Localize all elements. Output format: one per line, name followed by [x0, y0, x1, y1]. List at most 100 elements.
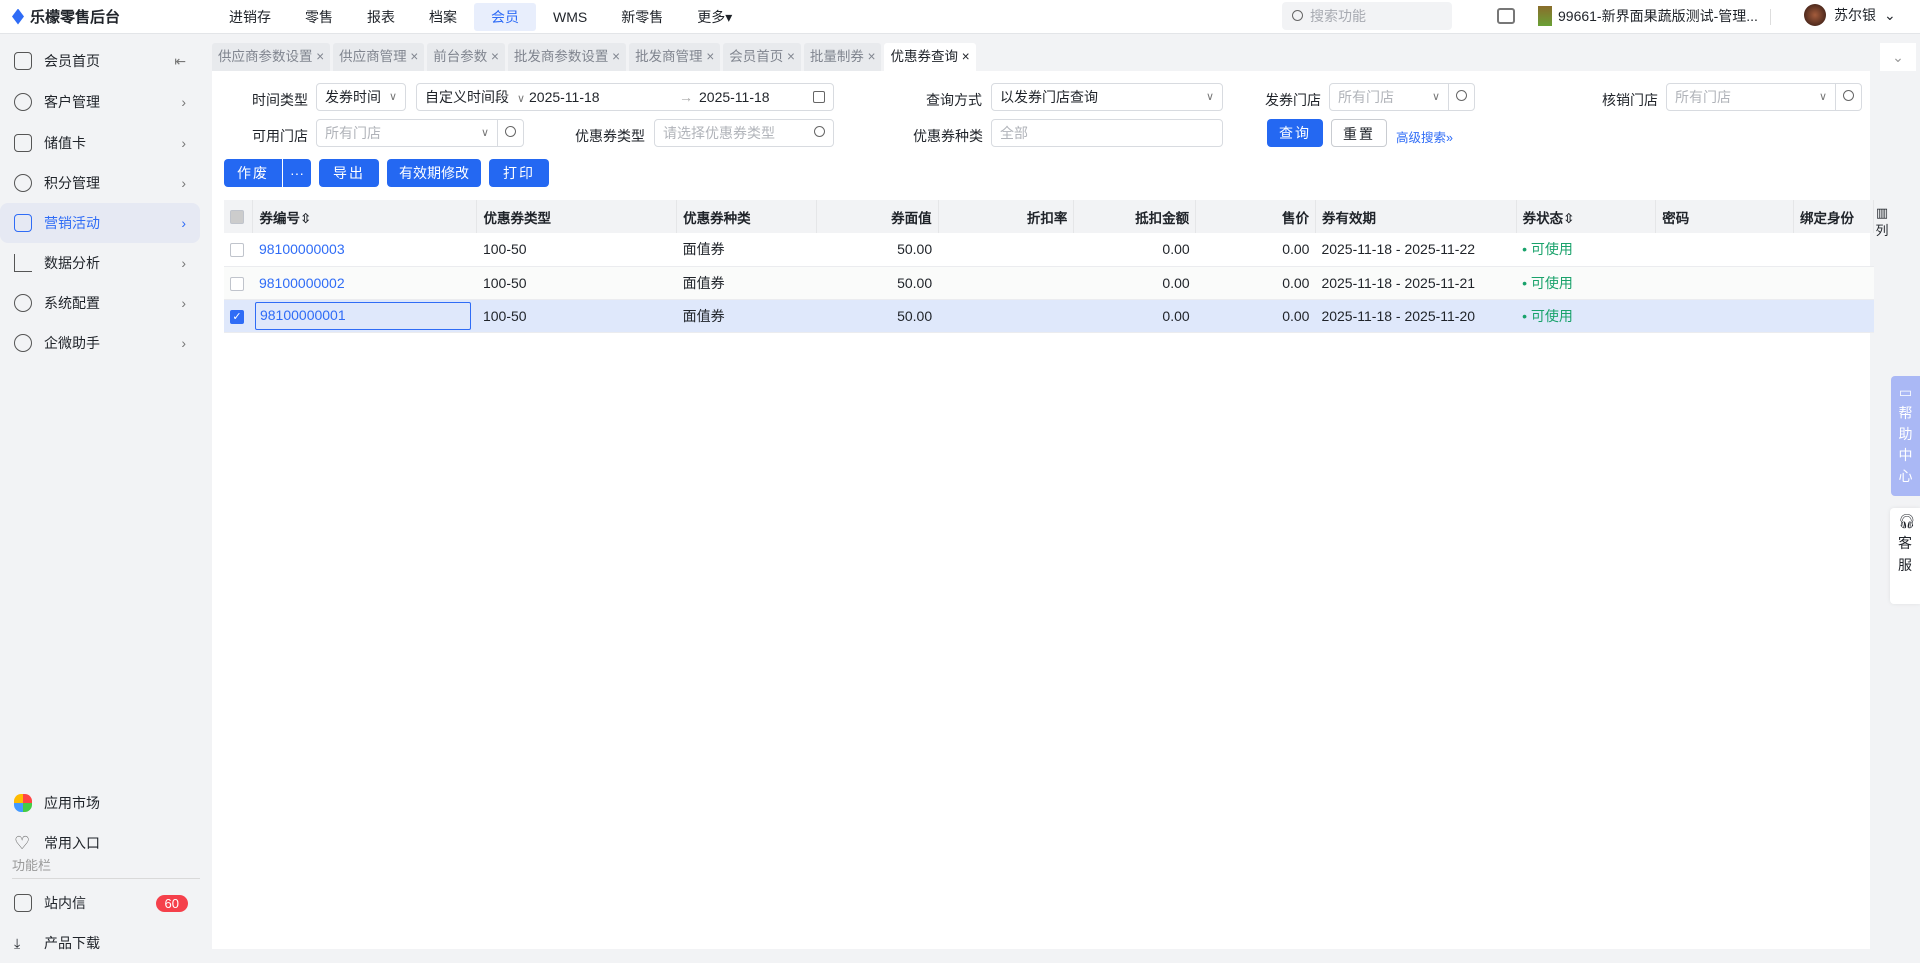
customer-service-button[interactable]: 🎧︎ 客服: [1890, 508, 1920, 604]
sidebar-app-market[interactable]: 应用市场: [0, 783, 200, 823]
app-market-icon: [14, 794, 32, 812]
headset-icon: 🎧︎: [1898, 513, 1916, 529]
logo-icon: [12, 8, 24, 25]
advanced-search-link[interactable]: 高级搜索»: [1396, 127, 1453, 146]
sidebar-item-analytics[interactable]: 数据分析 ›: [0, 243, 200, 283]
tab[interactable]: 供应商参数设置 ×: [212, 43, 331, 71]
top-bar: 乐檬零售后台 进销存 零售 报表 档案 会员 WMS 新零售 更多▾ 搜索功能 …: [0, 0, 1920, 34]
reset-button[interactable]: 重置: [1331, 119, 1387, 147]
col-valid: 券有效期: [1315, 200, 1517, 233]
sidebar-item-wecom[interactable]: 企微助手 ›: [0, 323, 200, 363]
coupon-code-link[interactable]: 98100000001: [252, 299, 477, 333]
print-button[interactable]: 打印: [489, 159, 549, 187]
message-count-badge: 60: [155, 894, 188, 912]
date-from[interactable]: 2025-11-18: [529, 84, 600, 110]
date-to[interactable]: 2025-11-18: [699, 84, 770, 110]
query-button[interactable]: 查询: [1267, 119, 1323, 147]
avatar: [1804, 4, 1826, 26]
coupon-table: 券编号⇳ 优惠券类型 优惠券种类 券面值 折扣率 抵扣金额 售价 券有效期 券状…: [224, 200, 1874, 333]
select-all-checkbox[interactable]: [224, 200, 254, 233]
void-button[interactable]: 作废: [224, 159, 282, 187]
row-checkbox[interactable]: [224, 266, 253, 300]
row-checkbox[interactable]: ✓: [224, 299, 253, 333]
columns-icon: ▥: [1875, 205, 1889, 220]
nav-item[interactable]: 档案: [412, 3, 474, 31]
main-content: 时间类型 发券时间 ∨ 自定义时间段 ∨ 2025-11-18 → 2025-11-…: [212, 71, 1874, 949]
collapse-icon[interactable]: ⇤: [174, 53, 186, 70]
sidebar-item-points[interactable]: 积分管理 ›: [0, 163, 200, 203]
tab[interactable]: 供应商管理 ×: [333, 43, 425, 71]
table-row[interactable]: ✓ 98100000001 100-50 面值券 50.00 0.00 0.00…: [224, 299, 1874, 333]
tab[interactable]: 批发商管理 ×: [629, 43, 721, 71]
table-row[interactable]: 98100000003 100-50 面值券 50.00 0.00 0.00 2…: [224, 233, 1874, 267]
user-icon: [14, 93, 32, 111]
query-mode-select[interactable]: 以发券门店查询 ∨: [991, 83, 1223, 111]
app-logo[interactable]: 乐檬零售后台: [12, 6, 212, 27]
tab[interactable]: 前台参数 ×: [427, 43, 505, 71]
nav-item[interactable]: 零售: [288, 3, 350, 31]
status-badge: • 可使用: [1516, 299, 1656, 333]
bind-identity: [1793, 266, 1874, 300]
table-row[interactable]: 98100000002 100-50 面值券 50.00 0.00 0.00 2…: [224, 266, 1874, 300]
printer-icon[interactable]: [1497, 8, 1515, 24]
search-icon: [814, 126, 825, 137]
sidebar-item-marketing[interactable]: 营销活动 ›: [0, 203, 200, 243]
discount-rate: [938, 233, 1074, 267]
coupon-code-link[interactable]: 98100000003: [252, 233, 477, 267]
tab-active[interactable]: 优惠券查询 ×: [884, 43, 976, 71]
search-icon[interactable]: [1835, 84, 1861, 110]
issue-store-select[interactable]: 所有门店 ∨: [1329, 83, 1475, 111]
modify-validity-button[interactable]: 有效期修改: [387, 159, 481, 187]
sidebar-messages[interactable]: 站内信 60: [0, 883, 200, 923]
chevron-right-icon: ›: [181, 215, 186, 231]
search-icon[interactable]: [497, 120, 523, 146]
col-price: 售价: [1195, 200, 1316, 233]
export-button[interactable]: 导出: [319, 159, 379, 187]
search-icon[interactable]: [1448, 84, 1474, 110]
help-center-button[interactable]: ▭ 帮助中心: [1891, 376, 1920, 496]
tab[interactable]: 批量制券 ×: [803, 43, 882, 71]
coupon-type-input[interactable]: 请选择优惠券类型: [654, 119, 834, 147]
coupon-kind-select[interactable]: 全部: [991, 119, 1223, 147]
coupon-kind: 面值券: [676, 299, 817, 333]
validity: 2025-11-18 - 2025-11-20: [1315, 299, 1517, 333]
date-range-picker[interactable]: 自定义时间段 ∨ 2025-11-18 → 2025-11-18: [416, 83, 834, 111]
col-kind: 优惠券种类: [676, 200, 817, 233]
tab[interactable]: 批发商参数设置 ×: [507, 43, 627, 71]
verify-store-select[interactable]: 所有门店 ∨: [1666, 83, 1862, 111]
avail-store-label: 可用门店: [252, 128, 308, 144]
sidebar-download[interactable]: ⤓ 产品下载: [0, 923, 200, 963]
col-code[interactable]: 券编号⇳: [252, 200, 478, 233]
store-selector[interactable]: 99661-新界面果蔬版测试-管理...: [1538, 6, 1758, 26]
time-type-select[interactable]: 发券时间 ∨: [316, 83, 406, 111]
user-menu[interactable]: 苏尔银 ⌄: [1804, 4, 1896, 26]
coupon-type: 100-50: [476, 266, 677, 300]
chevron-down-icon: ⌄: [1884, 6, 1896, 23]
section-label: 功能栏: [12, 858, 52, 873]
nav-item[interactable]: WMS: [536, 3, 604, 31]
column-settings-button[interactable]: ▥ 列: [1874, 204, 1890, 240]
col-face: 券面值: [816, 200, 939, 233]
col-status[interactable]: 券状态⇳: [1516, 200, 1657, 233]
row-checkbox[interactable]: [224, 233, 253, 267]
function-search-input[interactable]: 搜索功能: [1282, 2, 1452, 30]
sidebar-item-settings[interactable]: 系统配置 ›: [0, 283, 200, 323]
coins-icon: [14, 174, 32, 192]
mail-icon: [14, 894, 32, 912]
sidebar-item-member-home[interactable]: 会员首页 ⇤: [0, 41, 200, 81]
coupon-kind: 面值券: [676, 233, 817, 267]
tab[interactable]: 会员首页 ×: [723, 43, 801, 71]
nav-item-more[interactable]: 更多▾: [680, 3, 749, 31]
more-actions-button[interactable]: ···: [283, 159, 311, 187]
store-thumbnail: [1538, 6, 1552, 26]
nav-item[interactable]: 进销存: [212, 3, 288, 31]
avail-store-select[interactable]: 所有门店 ∨: [316, 119, 524, 147]
sidebar-item-stored-card[interactable]: 储值卡 ›: [0, 123, 200, 163]
tabs-dropdown-button[interactable]: ⌄: [1880, 43, 1916, 71]
nav-item-active[interactable]: 会员: [474, 2, 536, 31]
sidebar-item-customer[interactable]: 客户管理 ›: [0, 82, 200, 122]
coupon-code-link[interactable]: 98100000002: [252, 266, 477, 300]
nav-item[interactable]: 新零售: [604, 3, 680, 31]
col-bind: 绑定身份: [1793, 200, 1874, 233]
nav-item[interactable]: 报表: [350, 3, 412, 31]
